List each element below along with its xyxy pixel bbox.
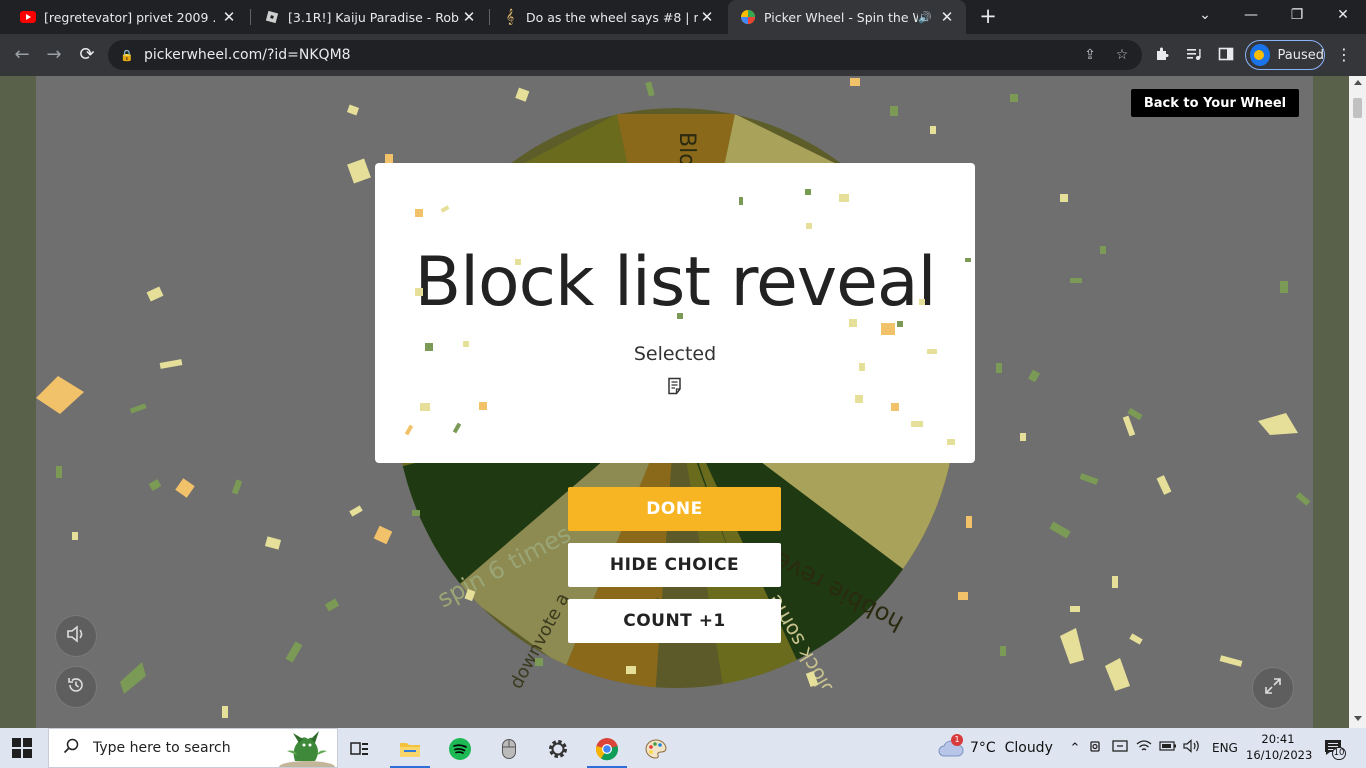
youtube-icon xyxy=(20,9,36,25)
minimize-button[interactable]: — xyxy=(1228,0,1274,30)
weather-text: 7°C Cloudy xyxy=(970,740,1053,756)
treble-clef-icon: 𝄞 xyxy=(505,9,515,25)
notification-center-button[interactable]: 10 xyxy=(1324,739,1346,760)
count-plus-one-button[interactable]: COUNT +1 xyxy=(568,599,781,643)
weather-badge: 1 xyxy=(951,734,963,746)
camera-icon[interactable] xyxy=(1084,739,1108,757)
windows-taskbar: Type here to search 1 7°C Cloudy ⌃ ENG 2… xyxy=(0,728,1366,768)
roblox-icon xyxy=(264,9,280,25)
media-control-icon[interactable] xyxy=(1184,46,1204,66)
tab-separator xyxy=(250,9,251,25)
taskbar-clock[interactable]: 20:41 16/10/2023 xyxy=(1246,731,1313,763)
history-icon xyxy=(66,675,86,699)
close-tab-icon[interactable]: ✕ xyxy=(460,8,478,26)
note-icon[interactable] xyxy=(667,377,683,395)
result-modal: Block list reveal Selected xyxy=(375,163,975,463)
expand-icon xyxy=(1263,676,1283,700)
back-arrow-icon[interactable]: ← xyxy=(10,43,34,67)
language-indicator[interactable]: ENG xyxy=(1212,728,1238,768)
restore-button[interactable]: ❐ xyxy=(1274,0,1320,30)
tab-strip: [regretevator] privet 2009 . 2k re ✕ [3.… xyxy=(0,0,1366,34)
scroll-up-arrow-icon[interactable] xyxy=(1354,80,1362,85)
search-icon xyxy=(63,738,81,758)
file-explorer-button[interactable] xyxy=(388,732,432,768)
close-tab-icon[interactable]: ✕ xyxy=(938,8,956,26)
chrome-button[interactable] xyxy=(585,732,629,768)
browser-toolbar: ← → ⟳ 🔒 pickerwheel.com/?id=NKQM8 ⇪ ☆ Pa… xyxy=(0,34,1366,76)
speaker-icon xyxy=(66,625,86,647)
spotify-button[interactable] xyxy=(438,732,482,766)
search-highlight-dragon-icon xyxy=(279,731,335,767)
task-view-button[interactable] xyxy=(338,732,382,766)
tab-title: [regretevator] privet 2009 . 2k re xyxy=(44,9,220,25)
page-viewport: Blo F spin 6 times downvote a hobbie rev… xyxy=(0,76,1366,728)
reload-icon[interactable]: ⟳ xyxy=(75,43,99,67)
profile-paused-button[interactable]: Paused xyxy=(1245,40,1325,70)
speaker-icon[interactable]: 🔊 xyxy=(918,11,932,24)
page-margin-left xyxy=(0,76,36,728)
scrollbar-thumb[interactable] xyxy=(1353,98,1362,118)
mouse-app-button[interactable] xyxy=(487,732,531,766)
tray-chevron-up-icon[interactable]: ⌃ xyxy=(1066,741,1084,756)
tab-title: Picker Wheel - Spin the Whe xyxy=(764,9,918,25)
picker-wheel-icon xyxy=(740,9,756,25)
side-panel-icon[interactable] xyxy=(1216,46,1236,66)
share-icon[interactable]: ⇪ xyxy=(1082,47,1098,63)
history-button[interactable] xyxy=(55,666,97,708)
settings-button[interactable] xyxy=(536,732,580,766)
avatar xyxy=(1250,44,1270,66)
windows-start-button[interactable] xyxy=(12,738,32,758)
clock-time: 20:41 xyxy=(1261,732,1295,746)
profile-status-label: Paused xyxy=(1277,47,1324,63)
system-tray-icons: ⌃ xyxy=(1066,728,1204,768)
battery-icon[interactable] xyxy=(1156,740,1180,756)
page-margin-right xyxy=(1313,76,1349,728)
scroll-down-arrow-icon[interactable] xyxy=(1354,716,1362,721)
taskbar-search-box[interactable]: Type here to search xyxy=(48,728,338,768)
chrome-icon xyxy=(595,738,619,761)
weather-widget[interactable]: 1 7°C Cloudy xyxy=(938,728,1053,768)
tab-picker-wheel[interactable]: Picker Wheel - Spin the Whe 🔊 ✕ xyxy=(728,0,966,34)
weather-cloud-icon: 1 xyxy=(938,734,964,758)
tab-youtube[interactable]: [regretevator] privet 2009 . 2k re ✕ xyxy=(8,0,248,34)
gear-icon xyxy=(549,740,567,758)
result-title: Block list reveal xyxy=(414,243,937,322)
notification-count: 10 xyxy=(1332,747,1346,760)
volume-icon[interactable] xyxy=(1180,739,1204,757)
wifi-icon[interactable] xyxy=(1132,739,1156,757)
mouse-icon xyxy=(502,739,516,759)
paint-palette-icon xyxy=(645,739,667,759)
url-text: pickerwheel.com/?id=NKQM8 xyxy=(144,47,351,63)
new-tab-button[interactable]: + xyxy=(976,5,1000,29)
paint-button[interactable] xyxy=(634,732,678,766)
page-scrollbar[interactable] xyxy=(1349,76,1366,728)
address-bar[interactable]: 🔒 pickerwheel.com/?id=NKQM8 ⇪ ☆ xyxy=(108,40,1142,70)
fullscreen-button[interactable] xyxy=(1252,667,1294,709)
back-to-wheel-button[interactable]: Back to Your Wheel xyxy=(1131,89,1299,117)
wheel-label: Blo xyxy=(674,132,699,167)
kebab-menu-icon[interactable]: ⋮ xyxy=(1336,45,1352,65)
close-tab-icon[interactable]: ✕ xyxy=(698,8,716,26)
tab-title: Do as the wheel says #8 | mpp.c xyxy=(526,9,698,25)
tab-search-chevron-icon[interactable]: ⌄ xyxy=(1182,0,1228,30)
tab-mpp[interactable]: 𝄞 Do as the wheel says #8 | mpp.c ✕ xyxy=(490,0,726,34)
result-subtitle: Selected xyxy=(633,343,717,365)
search-placeholder: Type here to search xyxy=(93,740,231,756)
tab-roblox[interactable]: [3.1R!] Kaiju Paradise - Roblox ✕ xyxy=(252,0,488,34)
sound-toggle-button[interactable] xyxy=(55,615,97,657)
bookmark-star-icon[interactable]: ☆ xyxy=(1114,47,1130,63)
close-window-button[interactable]: ✕ xyxy=(1320,0,1366,30)
close-tab-icon[interactable]: ✕ xyxy=(220,8,238,26)
done-button[interactable]: DONE xyxy=(568,487,781,531)
forward-arrow-icon[interactable]: → xyxy=(42,43,66,67)
meet-now-icon[interactable] xyxy=(1108,739,1132,757)
tab-title: [3.1R!] Kaiju Paradise - Roblox xyxy=(288,9,460,25)
hide-choice-button[interactable]: HIDE CHOICE xyxy=(568,543,781,587)
lock-icon[interactable]: 🔒 xyxy=(120,49,134,62)
extensions-puzzle-icon[interactable] xyxy=(1152,46,1172,66)
task-view-icon xyxy=(350,742,368,755)
spotify-icon xyxy=(449,738,471,760)
clock-date: 16/10/2023 xyxy=(1246,748,1313,762)
folder-icon xyxy=(400,743,420,757)
